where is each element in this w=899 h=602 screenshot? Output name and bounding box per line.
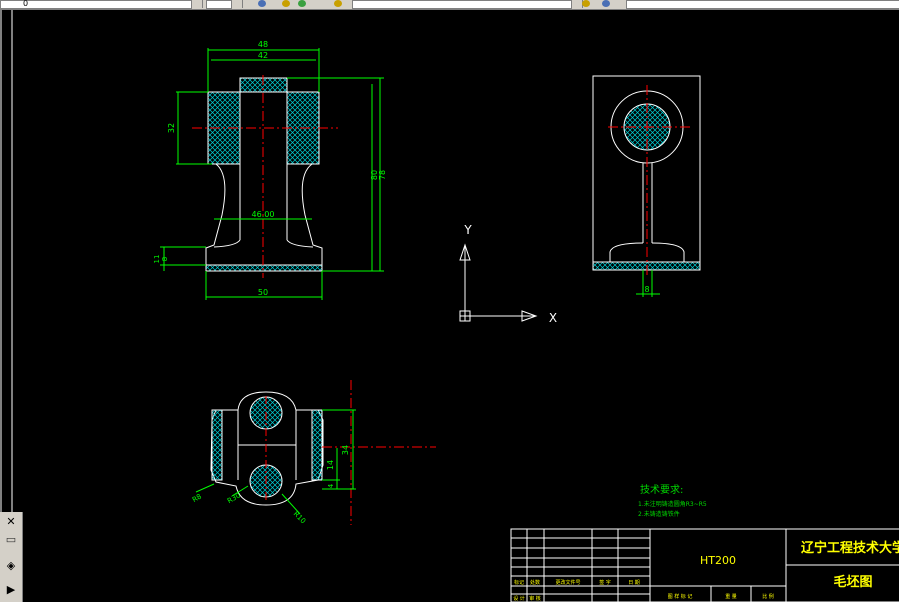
tool-palette: ✕ ▭ ◈ ▶ [0, 512, 23, 602]
close-icon[interactable]: ✕ [3, 514, 19, 530]
drawing-canvas[interactable]: 48 42 32 80 78 46.00 11 8 50 8 Y X 34 14… [2, 10, 899, 602]
style-icon[interactable] [602, 0, 610, 7]
tb-drawing-name: 毛坯图 [833, 574, 872, 590]
tb-label-review: 审 核 [529, 595, 541, 602]
layer-value: 0 [23, 0, 29, 8]
tb-school: 辽宁工程技术大学 [801, 540, 899, 556]
dim-base-outer: 11 [153, 255, 161, 264]
properties-icon[interactable]: ▭ [3, 532, 19, 548]
layer-state-button[interactable] [192, 0, 203, 8]
notes-item-1: 1.未注明铸造圆角R3~R5 [638, 500, 707, 508]
front-view: 48 42 32 80 78 46.00 11 8 50 [153, 40, 387, 300]
dim-r-right: R10 [292, 510, 307, 525]
cube-icon[interactable] [258, 0, 266, 7]
linetype-field[interactable] [206, 0, 232, 9]
expand-icon[interactable]: ▶ [3, 582, 19, 598]
notes-title: 技术要求: [640, 483, 683, 496]
bulb-icon[interactable] [334, 0, 342, 7]
layer-icon[interactable]: ◈ [3, 558, 19, 574]
dim-base-inner: 8 [161, 257, 169, 261]
layer-prev-button[interactable] [232, 0, 243, 8]
toolbar: 0 [0, 0, 899, 10]
tb-label-count: 处数 [530, 579, 540, 586]
dim-r-left: R8 [191, 492, 203, 504]
dim-base-width: 50 [258, 288, 268, 297]
technical-notes: 技术要求: 1.未注明铸造圆角R3~R5 2.未铸造铸铁件 [638, 483, 707, 518]
layer-dropdown[interactable]: 0 [0, 0, 192, 9]
dim-hole-gap: 14 [326, 460, 335, 470]
tb-material: HT200 [700, 554, 736, 567]
tb-label-doc: 更改文件号 [555, 579, 580, 586]
dim-top-width: 34 [341, 445, 350, 455]
linetype-dropdown[interactable] [352, 0, 572, 9]
color-icon[interactable] [298, 0, 306, 7]
ucs-y-label: Y [463, 223, 472, 237]
dim-r-mid: R30 [226, 491, 242, 505]
dim-height-inner: 78 [378, 170, 387, 180]
title-block: 标记 处数 更改文件号 签 字 日 期 设 计 审 核 HT200 图 样 标 … [510, 528, 899, 602]
plot-icon[interactable] [582, 0, 590, 7]
dim-side-height: 32 [167, 123, 176, 133]
tb-label-scale: 比 例 [762, 593, 774, 600]
plotstyle-dropdown[interactable] [626, 0, 899, 9]
dim-side-web: 8 [644, 285, 649, 294]
notes-item-2: 2.未铸造铸铁件 [638, 510, 680, 518]
tb-label-date: 日 期 [628, 580, 640, 586]
ucs-icon: Y X [459, 223, 557, 325]
side-view: 8 [592, 75, 701, 297]
tb-label-sign: 签 字 [599, 579, 611, 586]
ucs-x-label: X [549, 311, 557, 325]
dim-top-outer: 48 [258, 40, 268, 49]
sun-icon[interactable] [282, 0, 290, 7]
tb-label-mark: 标记 [514, 579, 524, 586]
top-view: 34 14 4 R8 R30 R10 [191, 380, 436, 525]
tb-label-design: 设 计 [513, 595, 525, 602]
tb-label-drawing-mark: 图 样 标 记 [668, 593, 693, 600]
dim-edge: 4 [327, 483, 335, 488]
dim-top-inner: 42 [258, 51, 268, 60]
tb-label-weight: 重 量 [725, 593, 737, 600]
dim-web: 46.00 [252, 210, 275, 219]
